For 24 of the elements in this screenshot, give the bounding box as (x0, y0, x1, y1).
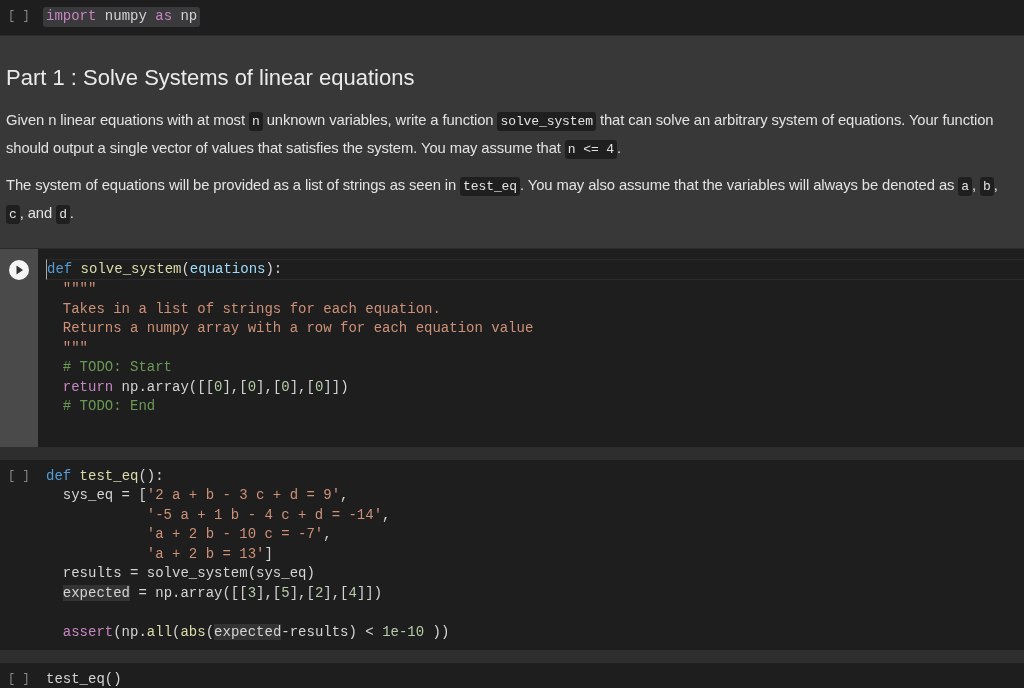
code-line: """ (61, 338, 88, 358)
code-line: assert(np.all(abs(expected-results) < 1e-10 )) (61, 622, 450, 642)
cell-prompt: [ ] (8, 8, 30, 25)
code-line: # TODO: Start (61, 358, 173, 377)
paragraph: Given n linear equations with at most n unknown variables, write a function solve_system that can solve an arbitrary system of equations. Your function should output a single vector of values that satisfies the system. You may assume that n <= 4 . (6, 110, 995, 161)
code-line: '-5 a + 1 b - 4 c + d = -14', (145, 505, 391, 525)
code-line: 'a + 2 b = 13'] (145, 544, 273, 564)
code-line: expected = np.array([[3],[5],[2],[4]]) (61, 583, 383, 603)
paragraph: The system of equations will be provided as a list of strings as seen in test_eq . You may also assume that the variables will always be denoted as a , b , c , and d . (6, 175, 999, 226)
code-line: 'a + 2 b - 10 c = -7', (145, 525, 332, 544)
code-line: Returns a numpy array with a row for each equation value (61, 319, 534, 338)
code-line: def test_eq(): (46, 466, 164, 486)
code-line: def solve_system(equations): (46, 258, 1024, 280)
code-line: results = solve_system(sys_eq) (61, 564, 315, 583)
code-line: # TODO: End (61, 397, 156, 416)
code-line: """" (61, 280, 97, 299)
cell-prompt: [ ] (8, 467, 30, 485)
code-line: sys_eq = ['2 a + b - 3 c + d = 9', (61, 486, 349, 505)
run-button-icon[interactable] (8, 258, 30, 281)
cell-prompt: [ ] (8, 671, 30, 688)
code-line: return np.array([[0],[0],[0],[0]]) (61, 377, 349, 397)
code-line: test_eq() (46, 670, 122, 688)
section-heading: Part 1 : Solve Systems of linear equations (6, 63, 416, 92)
code-line: Takes in a list of strings for each equation. (61, 299, 441, 319)
